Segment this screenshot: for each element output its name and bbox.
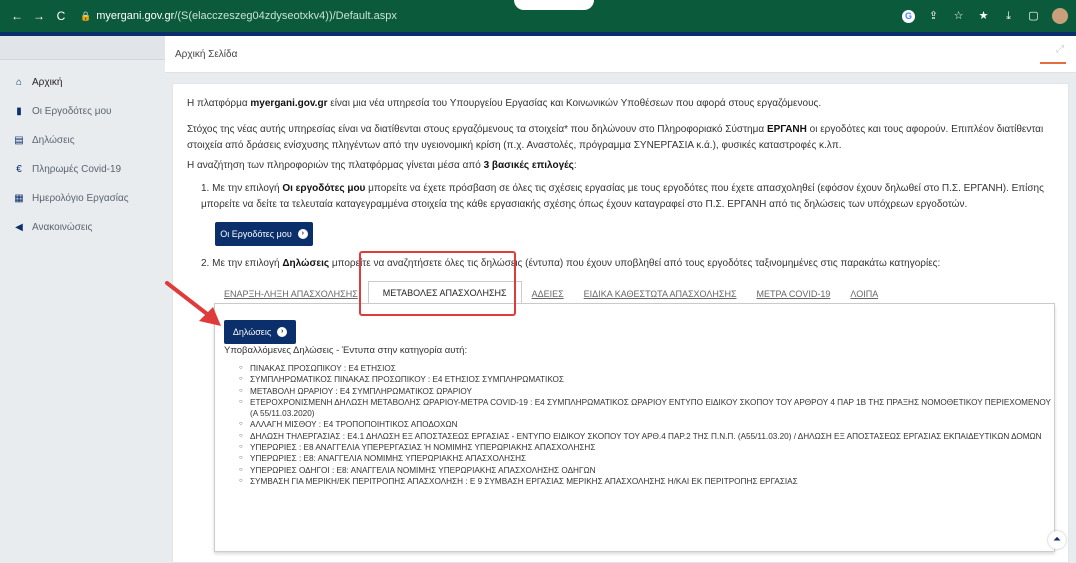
browser-extension-icons: G ⇪ ☆ ★ ⤓ ▢: [902, 8, 1068, 24]
url-path: /(S(elacczeszeg04zdyseotxkv4))/Default.a…: [174, 10, 397, 22]
sidebar-header: [0, 36, 165, 60]
document-icon: ▮: [16, 106, 22, 117]
tab-special-regimes[interactable]: ΕΙΔΙΚΑ ΚΑΘΕΣΤΩΤΑ ΑΠΑΣΧΟΛΗΣΗΣ: [574, 284, 747, 304]
declarations-button-label: Δηλώσεις: [232, 327, 272, 337]
page-title: Αρχική Σελίδα: [175, 48, 238, 60]
megaphone-icon: ◀: [15, 222, 23, 233]
sidebar-item-declarations[interactable]: ▤ Δηλώσεις: [0, 126, 165, 155]
tab-leaves[interactable]: ΑΔΕΙΕΣ: [522, 284, 574, 304]
tab-start-end[interactable]: ΕΝΑΡΞΗ-ΛΗΞΗ ΑΠΑΣΧΟΛΗΣΗΣ: [214, 284, 368, 304]
sidebar-item-employers[interactable]: ▮ Οι Εργοδότες μου: [0, 97, 165, 126]
sidebar-item-label: Οι Εργοδότες μου: [32, 106, 112, 117]
sidebar-item-work-calendar[interactable]: ▦ Ημερολόγιο Εργασίας: [0, 184, 165, 213]
sidebar-item-label: Ανακοινώσεις: [32, 222, 93, 233]
download-icon[interactable]: ⤓: [1002, 10, 1015, 23]
list-item: ΣΥΜΠΛΗΡΩΜΑΤΙΚΟΣ ΠΙΝΑΚΑΣ ΠΡΟΣΩΠΙΚΟΥ : Ε4 …: [239, 374, 1056, 386]
list-item: ΕΤΕΡΟΧΡΟΝΙΣΜΕΝΗ ΔΗΛΩΣΗ ΜΕΤΑΒΟΛΗΣ ΩΡΑΡΙΟΥ…: [239, 397, 1056, 420]
calendar-icon: ▦: [14, 193, 24, 204]
arrow-right-icon: ›: [277, 327, 288, 337]
back-icon[interactable]: ←: [8, 9, 26, 23]
sidebar-item-label: Πληρωμές Covid-19: [32, 164, 122, 175]
star-icon[interactable]: ☆: [952, 10, 965, 23]
share-icon[interactable]: ⇪: [927, 10, 940, 23]
tab-other[interactable]: ΛΟΙΠΑ: [840, 284, 888, 304]
employers-button[interactable]: Οι Εργοδότες μου ›: [215, 222, 313, 246]
list-item: ΣΥΜΒΑΣΗ ΓΙΑ ΜΕΡΙΚΗ/ΕΚ ΠΕΡΙΤΡΟΠΗΣ ΑΠΑΣΧΟΛ…: [239, 476, 1056, 488]
sidebar-item-covid-payments[interactable]: € Πληρωμές Covid-19: [0, 155, 165, 184]
list-item: ΜΕΤΑΒΟΛΗ ΩΡΑΡΙΟΥ : Ε4 ΣΥΜΠΛΗΡΩΜΑΤΙΚΟΣ ΩΡ…: [239, 386, 1056, 398]
sidebar: ⌂ Αρχική ▮ Οι Εργοδότες μου ▤ Δηλώσεις €…: [0, 36, 165, 563]
profile-avatar[interactable]: [1052, 8, 1068, 24]
declarations-button[interactable]: Δηλώσεις ›: [224, 320, 296, 344]
home-icon: ⌂: [15, 77, 23, 88]
option-1-paragraph: 1. Με την επιλογή Οι εργοδότες μου μπορε…: [201, 183, 1044, 210]
list-item: ΥΠΕΡΩΡΙΕΣ : Ε8 ΑΝΑΓΓΕΛΙΑ ΥΠΕΡΕΡΓΑΣΙΑΣ Ή …: [239, 442, 1056, 454]
page-header: Αρχική Σελίδα ⤢: [165, 36, 1076, 73]
screen-notch: [514, 0, 594, 10]
intro-paragraph: Η πλατφόρμα myergani.gov.gr είναι μια νέ…: [187, 98, 822, 109]
arrow-right-icon: ›: [297, 229, 308, 239]
tab-employment-changes[interactable]: ΜΕΤΑΒΟΛΕΣ ΑΠΑΣΧΟΛΗΣΗΣ: [367, 281, 522, 304]
header-tools: ⤢: [1056, 44, 1064, 55]
fullscreen-icon[interactable]: ⤢: [1056, 44, 1064, 55]
sidebar-nav: ⌂ Αρχική ▮ Οι Εργοδότες μου ▤ Δηλώσεις €…: [0, 60, 165, 242]
sidebar-item-label: Δηλώσεις: [32, 135, 75, 146]
list-item: ΠΙΝΑΚΑΣ ΠΡΟΣΩΠΙΚΟΥ : Ε4 ΕΤΗΣΙΟΣ: [239, 363, 1056, 375]
employers-button-label: Οι Εργοδότες μου: [220, 229, 292, 239]
reload-icon[interactable]: C: [52, 9, 70, 23]
option-2-paragraph: 2. Με την επιλογή Δηλώσεις μπορείτε να α…: [201, 258, 941, 269]
tab-covid-measures[interactable]: ΜΕΤΡΑ COVID-19: [747, 284, 841, 304]
list-item: ΑΛΛΑΓΗ ΜΙΣΘΟΥ : Ε4 ΤΡΟΠΟΠΟΙΗΤΙΚΟΣ ΑΠΟΔΟΧ…: [239, 419, 1056, 431]
address-bar[interactable]: myergani.gov.gr/(S(elacczeszeg04zdyseotx…: [96, 10, 397, 22]
list-item: ΔΗΛΩΣΗ ΤΗΛΕΡΓΑΣΙΑΣ : Ε4.1 ΔΗΛΩΣΗ ΕΞ ΑΠΟΣ…: [239, 431, 1056, 443]
declarations-list: ΠΙΝΑΚΑΣ ΠΡΟΣΩΠΙΚΟΥ : Ε4 ΕΤΗΣΙΟΣ ΣΥΜΠΛΗΡΩ…: [239, 363, 1056, 488]
tab-panel: Δηλώσεις › Υποβαλλόμενες Δηλώσεις - Έντυ…: [214, 304, 1055, 552]
sidebar-item-home[interactable]: ⌂ Αρχική: [0, 68, 165, 97]
url-host: myergani.gov.gr: [96, 10, 175, 22]
category-tabs: ΕΝΑΡΞΗ-ΛΗΞΗ ΑΠΑΣΧΟΛΗΣΗΣ ΜΕΤΑΒΟΛΕΣ ΑΠΑΣΧΟ…: [214, 281, 888, 304]
list-icon: ▤: [14, 135, 24, 146]
forward-icon[interactable]: →: [30, 9, 48, 23]
main-content: Η πλατφόρμα myergani.gov.gr είναι μια νέ…: [172, 83, 1069, 563]
panel-subtitle: Υποβαλλόμενες Δηλώσεις - Έντυπα στην κατ…: [224, 345, 468, 356]
scroll-to-top-button[interactable]: ⏶: [1048, 531, 1066, 549]
lock-icon: 🔒: [80, 10, 92, 21]
euro-icon: €: [16, 164, 22, 175]
header-accent-line: [1040, 62, 1066, 64]
search-paragraph: Η αναζήτηση των πληροφοριών της πλατφόρμ…: [187, 160, 577, 171]
list-item: ΥΠΕΡΩΡΙΕΣ ΟΔΗΓΟΙ : Ε8: ΑΝΑΓΓΕΛΙΑ ΝΟΜΙΜΗΣ…: [239, 465, 1056, 477]
extensions-icon[interactable]: ★: [977, 10, 990, 23]
sidepanel-icon[interactable]: ▢: [1027, 10, 1040, 23]
sidebar-item-label: Αρχική: [32, 77, 63, 88]
google-icon[interactable]: G: [902, 9, 915, 23]
goal-paragraph: Στόχος της νέας αυτής υπηρεσίας είναι να…: [187, 124, 1044, 151]
sidebar-item-label: Ημερολόγιο Εργασίας: [32, 193, 129, 204]
sidebar-item-announcements[interactable]: ◀ Ανακοινώσεις: [0, 213, 165, 242]
list-item: ΥΠΕΡΩΡΙΕΣ : Ε8: ΑΝΑΓΓΕΛΙΑ ΝΟΜΙΜΗΣ ΥΠΕΡΩΡ…: [239, 453, 1056, 465]
